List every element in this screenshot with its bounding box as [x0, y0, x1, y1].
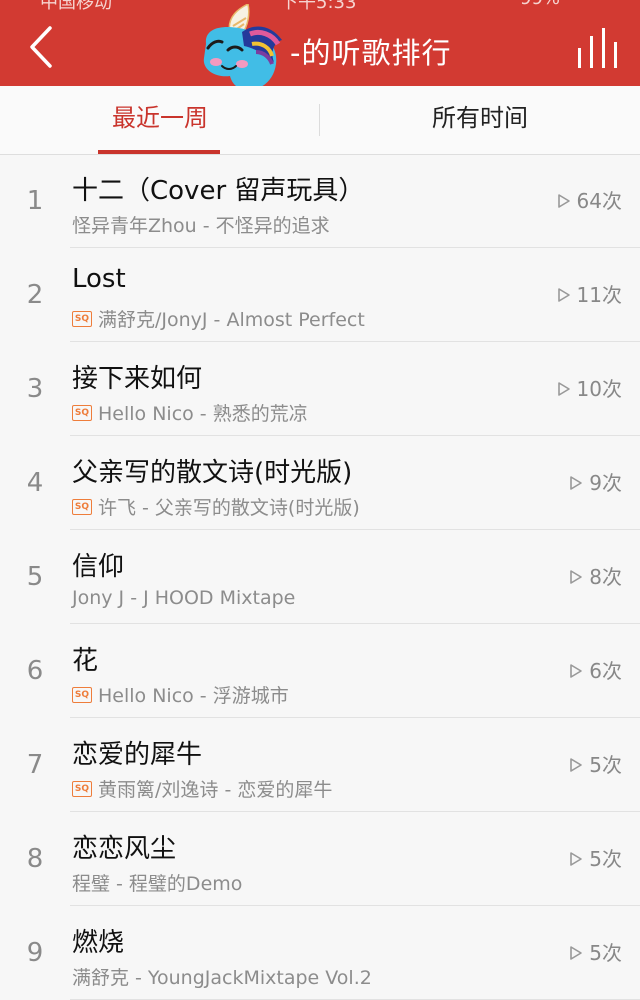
clock-label: 下午5:33: [280, 0, 357, 13]
song-title: 恋恋风尘: [72, 834, 177, 864]
page-title: -的听歌排行: [290, 36, 452, 70]
song-subtitle: SQ Hello Nico - 浮游城市: [72, 681, 289, 708]
song-title: 父亲写的散文诗(时光版): [72, 458, 353, 488]
song-row[interactable]: 1 十二（Cover 留声玩具） 怪异青年Zhou - 不怪异的追求 64次: [0, 154, 640, 248]
play-icon: [570, 946, 583, 960]
song-subtitle: SQ Hello Nico - 熟悉的荒凉: [72, 399, 308, 426]
play-icon: [570, 852, 583, 866]
rank-number: 2: [26, 280, 44, 310]
song-title: 燃烧: [72, 928, 125, 958]
artist-album: Hello Nico - 熟悉的荒凉: [98, 403, 308, 425]
sq-badge-icon: SQ: [72, 404, 92, 421]
song-subtitle: 满舒克 - YoungJackMixtape Vol.2: [72, 963, 372, 990]
artist-album: 程璧 - 程璧的Demo: [72, 873, 243, 895]
artist-album: 满舒克/JonyJ - Almost Perfect: [98, 309, 365, 331]
play-count-label: 6次: [589, 659, 622, 683]
play-icon: [557, 288, 570, 302]
play-icon: [570, 570, 583, 584]
play-count-label: 11次: [576, 283, 622, 307]
play-icon: [557, 382, 570, 396]
play-count: 5次: [569, 718, 622, 812]
sq-badge-icon: SQ: [72, 310, 92, 327]
artist-album: 满舒克 - YoungJackMixtape Vol.2: [72, 967, 372, 989]
song-row[interactable]: 8 恋恋风尘程璧 - 程璧的Demo 5次: [0, 812, 640, 906]
song-subtitle: Jony J - J HOOD Mixtape: [72, 587, 295, 609]
play-count: 11次: [557, 248, 622, 342]
play-count-label: 10次: [576, 377, 622, 401]
song-row[interactable]: 7 恋爱的犀牛 SQ 黄雨篱/刘逸诗 - 恋爱的犀牛 5次: [0, 718, 640, 812]
play-count-label: 64次: [576, 189, 622, 213]
song-row[interactable]: 2 Lost SQ 满舒克/JonyJ - Almost Perfect 11次: [0, 248, 640, 342]
rank-number: 5: [26, 562, 44, 592]
artist-album: 许飞 - 父亲写的散文诗(时光版): [98, 497, 360, 519]
sq-badge-icon: SQ: [72, 686, 92, 703]
song-row[interactable]: 4 父亲写的散文诗(时光版) SQ 许飞 - 父亲写的散文诗(时光版) 9次: [0, 436, 640, 530]
artist-album: Jony J - J HOOD Mixtape: [72, 587, 296, 609]
artist-album: Hello Nico - 浮游城市: [98, 685, 289, 707]
play-count: 9次: [569, 436, 622, 530]
song-subtitle: SQ 黄雨篱/刘逸诗 - 恋爱的犀牛: [72, 775, 332, 802]
rank-number: 7: [26, 750, 44, 780]
rank-number: 3: [26, 374, 44, 404]
tab-recent-week[interactable]: 最近一周: [0, 86, 320, 154]
tab-bar: 最近一周 所有时间: [0, 86, 640, 155]
play-icon: [570, 476, 583, 490]
song-row[interactable]: 3 接下来如何 SQ Hello Nico - 熟悉的荒凉 10次: [0, 342, 640, 436]
song-title: Lost: [72, 264, 126, 294]
carrier-label: 中国移动: [40, 0, 112, 13]
chevron-left-icon: [30, 26, 52, 68]
play-icon: [557, 194, 570, 208]
play-count-label: 5次: [589, 941, 622, 965]
play-count-label: 9次: [589, 471, 622, 495]
play-icon: [570, 664, 583, 678]
back-button[interactable]: [20, 24, 60, 70]
play-count: 8次: [569, 530, 622, 624]
song-subtitle: SQ 许飞 - 父亲写的散文诗(时光版): [72, 493, 360, 520]
artist-album: 怪异青年Zhou - 不怪异的追求: [72, 215, 330, 237]
rank-number: 8: [26, 844, 44, 874]
play-count-label: 5次: [589, 753, 622, 777]
rank-number: 1: [26, 186, 44, 216]
top-bar: 中国移动 下午5:33 99% -的听歌排行: [0, 0, 640, 86]
song-row[interactable]: 9 燃烧满舒克 - YoungJackMixtape Vol.2 5次: [0, 906, 640, 1000]
tab-all-time[interactable]: 所有时间: [320, 86, 640, 154]
rank-number: 9: [26, 938, 44, 968]
rank-number: 6: [26, 656, 44, 686]
unicorn-avatar: [203, 4, 282, 86]
status-bar: 中国移动 下午5:33 99%: [0, 0, 640, 13]
sq-badge-icon: SQ: [72, 780, 92, 797]
sq-badge-icon: SQ: [72, 498, 92, 515]
play-count: 5次: [569, 906, 622, 1000]
bar-chart-icon: [578, 28, 617, 68]
song-subtitle: 程璧 - 程璧的Demo: [72, 869, 242, 896]
song-row[interactable]: 6 花 SQ Hello Nico - 浮游城市 6次: [0, 624, 640, 718]
play-count: 5次: [569, 812, 622, 906]
song-title: 花: [72, 646, 99, 676]
song-title: 恋爱的犀牛: [72, 740, 203, 770]
song-list: 1 十二（Cover 留声玩具） 怪异青年Zhou - 不怪异的追求 64次 2 Lost…: [0, 154, 640, 1000]
play-count-label: 8次: [589, 565, 622, 589]
battery-label: 99%: [520, 0, 560, 9]
chart-button[interactable]: [576, 26, 622, 70]
song-subtitle: SQ 满舒克/JonyJ - Almost Perfect: [72, 305, 365, 332]
play-icon: [570, 758, 583, 772]
play-count: 6次: [569, 624, 622, 718]
rank-number: 4: [26, 468, 44, 498]
play-count-label: 5次: [589, 847, 622, 871]
song-title: 十二（Cover 留声玩具）: [72, 176, 365, 206]
song-subtitle: 怪异青年Zhou - 不怪异的追求: [72, 211, 330, 238]
artist-album: 黄雨篱/刘逸诗 - 恋爱的犀牛: [98, 779, 333, 801]
play-count: 64次: [557, 154, 622, 248]
play-count: 10次: [557, 342, 622, 436]
song-title: 信仰: [72, 552, 125, 582]
song-title: 接下来如何: [72, 364, 203, 394]
song-row[interactable]: 5 信仰 Jony J - J HOOD Mixtape 8次: [0, 530, 640, 624]
